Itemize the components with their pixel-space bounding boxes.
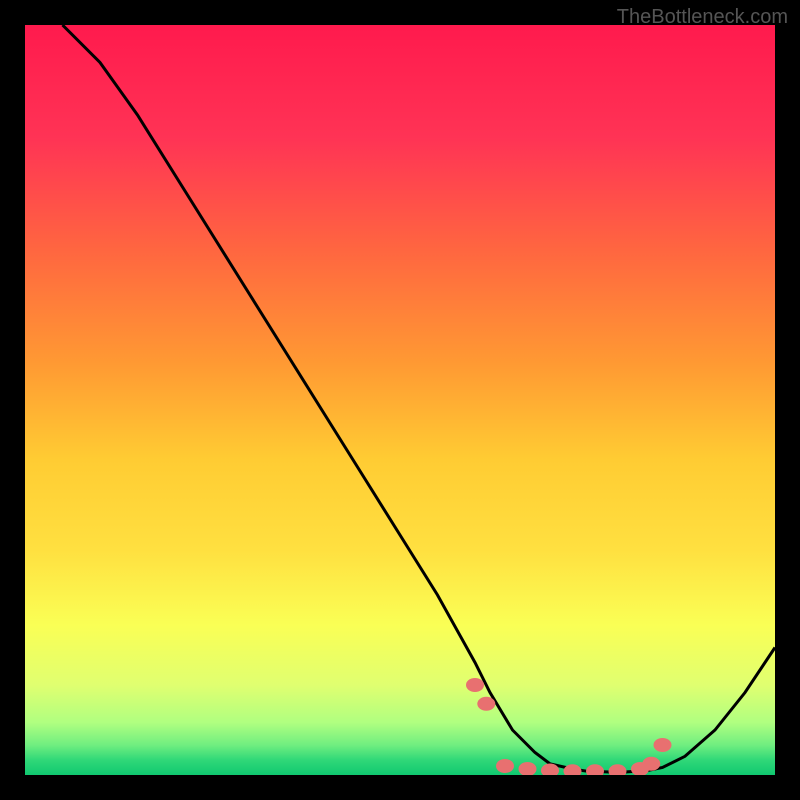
watermark-text: TheBottleneck.com xyxy=(617,6,788,29)
marker-dots xyxy=(466,678,672,775)
bottleneck-curve xyxy=(63,25,776,772)
marker-dot xyxy=(642,757,660,771)
marker-dot xyxy=(654,738,672,752)
marker-dot xyxy=(564,764,582,775)
marker-dot xyxy=(609,764,627,775)
marker-dot xyxy=(466,678,484,692)
marker-dot xyxy=(496,759,514,773)
marker-dot xyxy=(586,764,604,775)
plot-area xyxy=(25,25,775,775)
curve-layer xyxy=(25,25,775,775)
marker-dot xyxy=(477,697,495,711)
marker-dot xyxy=(519,762,537,775)
